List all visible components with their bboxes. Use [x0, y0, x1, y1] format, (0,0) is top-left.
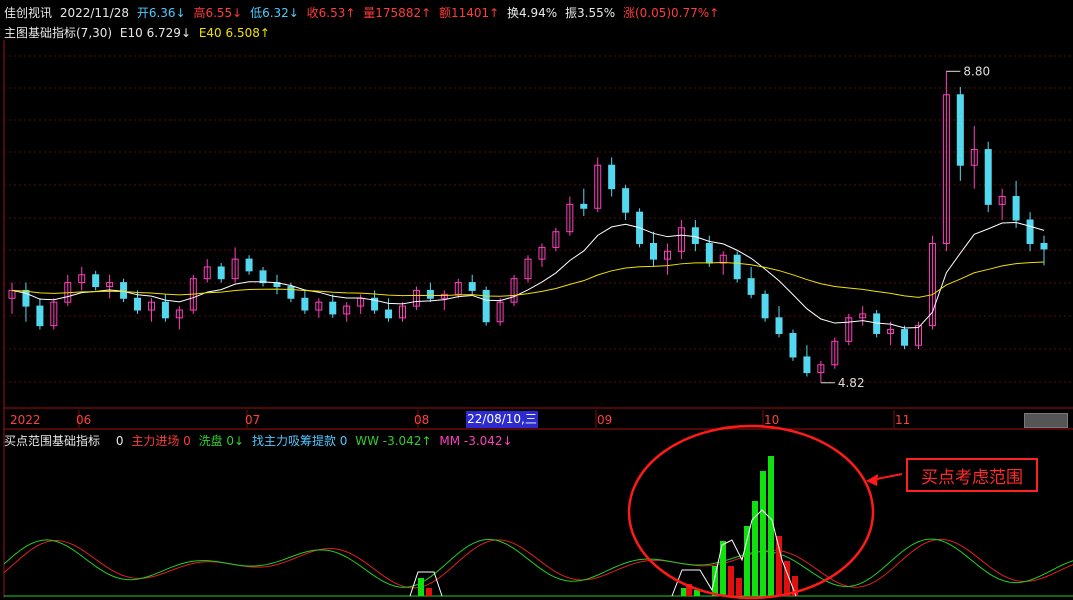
candle-body: [287, 286, 295, 299]
histogram-bar: [728, 566, 734, 596]
candle-body: [705, 242, 713, 264]
month-label-11: 11: [895, 413, 911, 427]
candle-body: [747, 278, 755, 295]
candle-body: [245, 258, 253, 272]
sub-indicator-header: 买点范围基础指标 0 主力进场 0 洗盘 0↓ 找主力吸筹提款 0 WW -3.…: [4, 432, 517, 449]
histogram-bar: [712, 566, 718, 596]
candle-body: [482, 289, 490, 323]
cursor-date: 22/08/10,三: [466, 411, 538, 428]
histogram-bar: [736, 578, 742, 596]
candle-body: [329, 301, 337, 315]
candle-body: [301, 297, 309, 311]
candle-body: [775, 317, 783, 334]
candle-body: [580, 203, 588, 209]
month-label-2022: 2022: [10, 413, 41, 427]
candle-body: [650, 242, 658, 260]
mm-value: MM -3.042↓: [439, 434, 513, 448]
histogram-bar: [760, 471, 766, 596]
candle-body: [92, 274, 100, 288]
month-label-06: 06: [76, 413, 92, 427]
histogram-bar: [776, 536, 782, 596]
candle-body: [956, 94, 964, 166]
sub-indicator-zero: 0: [115, 434, 124, 448]
buy-zone-ellipse: [627, 424, 875, 600]
ww-value: WW -3.042↑: [355, 434, 432, 448]
mm-line: [3, 538, 1073, 589]
candle-body: [1012, 196, 1020, 221]
candle-body: [622, 188, 630, 213]
candle-body: [803, 356, 811, 374]
candle-body: [984, 149, 992, 205]
ww-line: [3, 538, 1073, 588]
candle-body: [426, 289, 434, 299]
candle-body: [761, 293, 769, 319]
candle-body: [385, 309, 393, 319]
candle-body: [468, 282, 476, 291]
low-label: 4.82: [838, 376, 865, 390]
candle-body: [608, 164, 616, 190]
month-label-10: 10: [764, 413, 780, 427]
histogram-bar: [418, 578, 424, 596]
high-label: 8.80: [963, 64, 990, 78]
candle-body: [259, 270, 267, 284]
candle-body: [901, 329, 909, 346]
candle-body: [691, 227, 699, 244]
xipan: 洗盘 0↓: [198, 434, 245, 448]
month-label-08: 08: [414, 413, 430, 427]
sub-indicator-title[interactable]: 买点范围基础指标: [4, 434, 100, 448]
zhuli-jinchang: 主力进场 0: [131, 434, 191, 448]
scroll-handle[interactable]: [1024, 413, 1068, 428]
month-label-07: 07: [245, 413, 261, 427]
candle-body: [1040, 242, 1048, 250]
candlestick-chart: 8.80 4.82: [3, 40, 1073, 600]
candle-body: [134, 297, 142, 311]
candle-body: [789, 332, 797, 358]
candle-body: [733, 254, 741, 280]
histogram-bar: [744, 526, 750, 596]
candle-body: [120, 282, 128, 299]
candle-body: [217, 266, 225, 280]
candle-body: [161, 301, 169, 319]
buy-range-callout: 买点考虑范围: [906, 458, 1038, 492]
zhao-zhuli: 找主力吸筹提款 0: [251, 434, 348, 448]
month-label-09: 09: [597, 413, 613, 427]
candle-body: [873, 313, 881, 334]
histogram-bar: [426, 588, 432, 596]
candle-body: [36, 305, 44, 327]
candle-body: [1026, 219, 1034, 244]
